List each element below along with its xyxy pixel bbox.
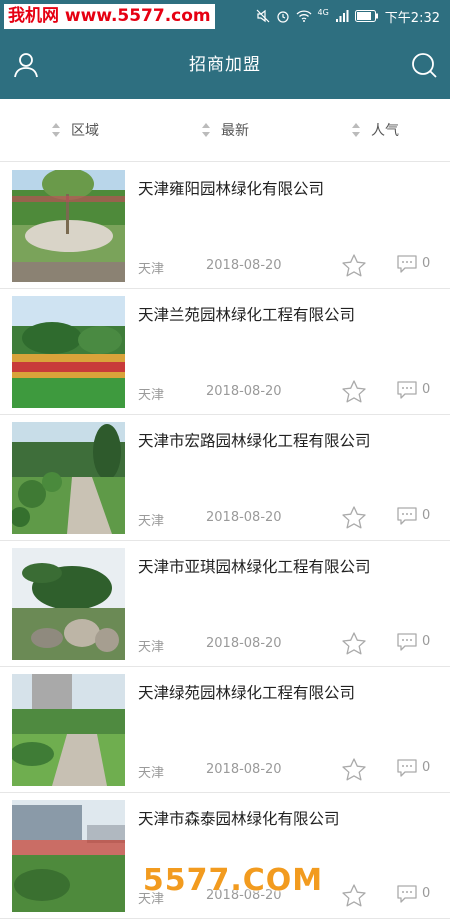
comment-icon[interactable] <box>397 885 417 903</box>
filter-label: 最新 <box>221 123 249 139</box>
publish-date: 2018-08-20 <box>206 384 282 399</box>
company-name[interactable]: 天津市亚琪园林绿化工程有限公司 <box>138 555 438 577</box>
company-city: 天津 <box>138 766 165 781</box>
page-title: 招商加盟 <box>189 55 261 75</box>
filter-latest[interactable]: 最新 <box>150 99 300 161</box>
company-thumbnail[interactable] <box>12 548 125 660</box>
filter-bar: 区域 最新 人气 <box>0 99 450 162</box>
filter-label: 区域 <box>71 123 99 139</box>
list-item[interactable]: 天津绿苑园林绿化工程有限公司 天津 2018-08-20 0 <box>0 667 450 793</box>
company-thumbnail[interactable] <box>12 296 125 408</box>
comment-count: 0 <box>422 886 431 901</box>
sort-icon <box>352 123 360 137</box>
favorite-star-icon[interactable] <box>341 253 367 279</box>
company-city: 天津 <box>138 514 165 529</box>
status-bar: 我机网 www.5577.com 4G 下午2:32 <box>0 0 450 32</box>
filter-popularity[interactable]: 人气 <box>300 99 450 161</box>
search-icon[interactable] <box>410 51 438 79</box>
watermark-logo: 我机网 www.5577.com <box>4 4 215 29</box>
battery-icon <box>354 10 378 22</box>
comment-icon[interactable] <box>397 381 417 399</box>
favorite-star-icon[interactable] <box>341 505 367 531</box>
favorite-star-icon[interactable] <box>341 757 367 783</box>
network-type: 4G <box>317 7 329 17</box>
company-city: 天津 <box>138 640 165 655</box>
comment-count: 0 <box>422 508 431 523</box>
company-thumbnail[interactable] <box>12 674 125 786</box>
comment-icon[interactable] <box>397 507 417 525</box>
favorite-star-icon[interactable] <box>341 631 367 657</box>
company-name[interactable]: 天津绿苑园林绿化工程有限公司 <box>138 681 438 703</box>
company-list: 天津雍阳园林绿化有限公司 天津 2018-08-20 0 天津兰苑园林绿化工程有… <box>0 163 450 919</box>
publish-date: 2018-08-20 <box>206 258 282 273</box>
company-name[interactable]: 天津市森泰园林绿化有限公司 <box>138 807 438 829</box>
company-thumbnail[interactable] <box>12 800 125 912</box>
watermark-bottom-logo: 5577.COM <box>142 862 324 898</box>
list-item[interactable]: 天津兰苑园林绿化工程有限公司 天津 2018-08-20 0 <box>0 289 450 415</box>
comment-icon[interactable] <box>397 759 417 777</box>
publish-date: 2018-08-20 <box>206 510 282 525</box>
company-name[interactable]: 天津兰苑园林绿化工程有限公司 <box>138 303 438 325</box>
list-item[interactable]: 天津市森泰园林绿化有限公司 天津 2018-08-20 0 <box>0 793 450 919</box>
filter-region[interactable]: 区域 <box>0 99 150 161</box>
status-icons: 4G 下午2:32 <box>256 0 440 32</box>
publish-date: 2018-08-20 <box>206 636 282 651</box>
sort-icon <box>202 123 210 137</box>
favorite-star-icon[interactable] <box>341 379 367 405</box>
filter-label: 人气 <box>371 123 399 139</box>
alarm-icon <box>276 11 289 23</box>
list-item[interactable]: 天津市宏路园林绿化工程有限公司 天津 2018-08-20 0 <box>0 415 450 541</box>
company-thumbnail[interactable] <box>12 170 125 282</box>
mute-icon <box>256 9 269 23</box>
app-header: 招商加盟 <box>0 32 450 99</box>
comment-count: 0 <box>422 382 431 397</box>
list-item[interactable]: 天津市亚琪园林绿化工程有限公司 天津 2018-08-20 0 <box>0 541 450 667</box>
comment-icon[interactable] <box>397 633 417 651</box>
company-city: 天津 <box>138 388 165 403</box>
comment-count: 0 <box>422 634 431 649</box>
company-name[interactable]: 天津市宏路园林绿化工程有限公司 <box>138 429 438 451</box>
list-item[interactable]: 天津雍阳园林绿化有限公司 天津 2018-08-20 0 <box>0 163 450 289</box>
company-city: 天津 <box>138 262 165 277</box>
status-time: 下午2:32 <box>384 10 440 26</box>
publish-date: 2018-08-20 <box>206 762 282 777</box>
wifi-icon <box>296 10 311 22</box>
company-name[interactable]: 天津雍阳园林绿化有限公司 <box>138 177 438 199</box>
comment-icon[interactable] <box>397 255 417 273</box>
comment-count: 0 <box>422 256 431 271</box>
signal-icon <box>335 10 349 22</box>
favorite-star-icon[interactable] <box>341 883 367 909</box>
company-thumbnail[interactable] <box>12 422 125 534</box>
comment-count: 0 <box>422 760 431 775</box>
sort-icon <box>52 123 60 137</box>
